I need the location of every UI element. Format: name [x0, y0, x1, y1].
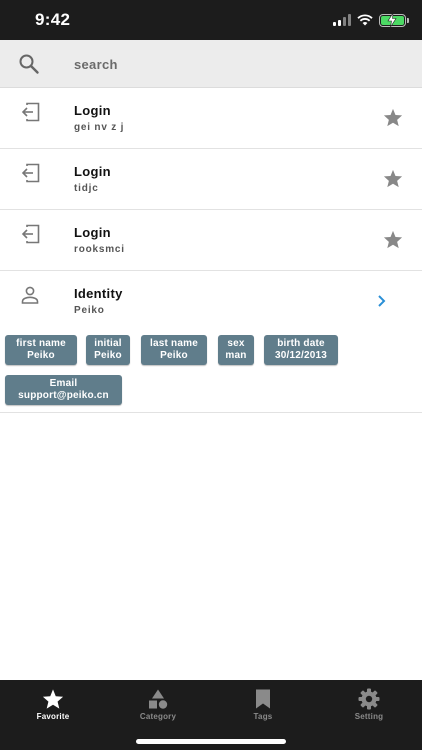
tab-label: Setting	[354, 712, 384, 721]
star-icon[interactable]	[383, 108, 403, 127]
entry-subtitle: tidjc	[74, 183, 99, 194]
tab-setting[interactable]: Setting	[329, 688, 409, 721]
chip-value: man	[225, 350, 247, 361]
person-icon	[21, 286, 39, 304]
tab-label: Tags	[253, 712, 273, 721]
list-item-login[interactable]: Login gei nv z j	[0, 88, 422, 149]
signal-icon	[333, 14, 351, 26]
chip-label: Email	[49, 378, 78, 389]
chip-value: Peiko	[160, 350, 188, 361]
chip-label: initial	[94, 338, 122, 349]
search-input[interactable]	[74, 50, 394, 78]
status-icons	[333, 12, 409, 27]
chip-value: Peiko	[94, 350, 122, 361]
login-icon	[21, 163, 40, 183]
field-chip-first-name: first name Peiko	[5, 335, 77, 365]
entry-subtitle: gei nv z j	[74, 122, 125, 133]
login-icon	[21, 102, 40, 122]
entry-subtitle: Peiko	[74, 305, 105, 316]
chip-label: sex	[227, 338, 245, 349]
login-icon	[21, 224, 40, 244]
status-time: 9:42	[35, 10, 71, 29]
field-chip-email: Email support@peiko.cn	[5, 375, 122, 405]
chip-label: last name	[150, 338, 198, 349]
star-icon	[42, 689, 64, 709]
tab-category[interactable]: Category	[118, 688, 198, 721]
field-chip-sex: sex man	[218, 335, 254, 365]
entry-subtitle: rooksmci	[74, 244, 125, 255]
entry-title: Identity	[74, 286, 123, 301]
chevron-right-icon[interactable]	[377, 294, 387, 308]
entry-list: Login gei nv z j Login tidjc Login rooks…	[0, 88, 422, 413]
entry-title: Login	[74, 225, 111, 240]
search-icon[interactable]	[18, 53, 40, 75]
battery-icon	[379, 12, 409, 27]
star-icon[interactable]	[383, 230, 403, 249]
chip-value: Peiko	[27, 350, 55, 361]
entry-title: Login	[74, 164, 111, 179]
search-bar	[0, 40, 422, 88]
tab-favorite[interactable]: Favorite	[13, 688, 93, 721]
list-item-identity[interactable]: Identity Peiko first name Peiko initial …	[0, 271, 422, 413]
tab-label: Favorite	[36, 712, 70, 721]
field-chip-birth-date: birth date 30/12/2013	[264, 335, 338, 365]
field-chip-initial: initial Peiko	[86, 335, 130, 365]
tab-label: Category	[139, 712, 177, 721]
chip-label: birth date	[277, 338, 325, 349]
status-bar: 9:42	[0, 0, 422, 40]
chip-label: first name	[16, 338, 66, 349]
chip-value: support@peiko.cn	[18, 390, 109, 401]
bookmark-icon	[256, 689, 270, 709]
list-item-login[interactable]: Login tidjc	[0, 149, 422, 210]
shapes-icon	[149, 689, 168, 709]
gear-icon	[358, 688, 380, 710]
entry-title: Login	[74, 103, 111, 118]
field-chip-last-name: last name Peiko	[141, 335, 207, 365]
home-indicator[interactable]	[136, 739, 286, 744]
wifi-icon	[357, 14, 373, 26]
chip-value: 30/12/2013	[274, 350, 328, 361]
list-item-login[interactable]: Login rooksmci	[0, 210, 422, 271]
tab-tags[interactable]: Tags	[223, 688, 303, 721]
star-icon[interactable]	[383, 169, 403, 188]
